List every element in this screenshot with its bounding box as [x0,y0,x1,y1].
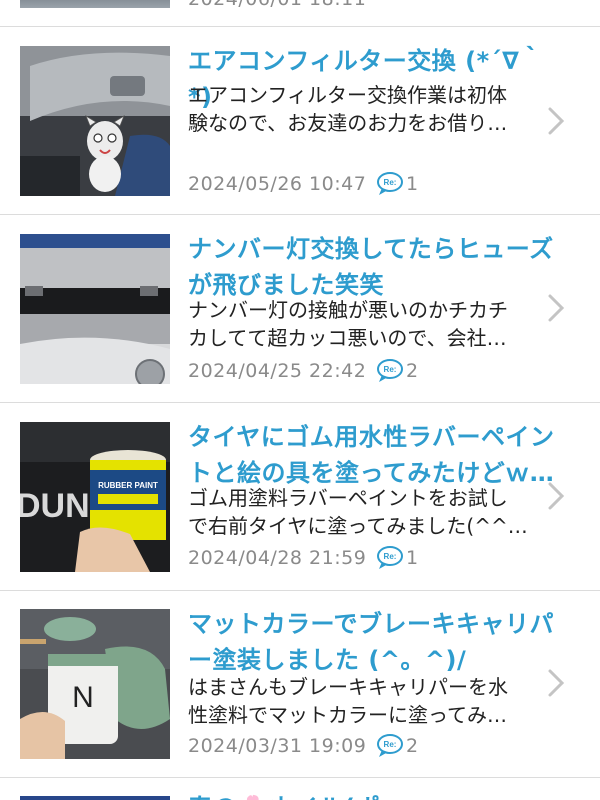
post-title[interactable]: マットカラーでブレーキキャリパ ー塗装しました (^。^)/ [188,606,568,678]
chevron-right-icon [548,107,565,135]
svg-text:Re:: Re: [384,365,397,374]
chevron-right-icon [548,294,565,322]
post-thumbnail [20,0,170,8]
post-thumbnail: N [20,609,170,759]
comment-count: Re: 1 [376,545,418,571]
tire-lettering: DUN [20,487,90,525]
list-item-partial-top[interactable]: 2024/06/01 18:11 [0,0,600,27]
svg-text:Re:: Re: [384,178,397,187]
post-thumbnail [20,234,170,384]
post-title[interactable]: ナンバー灯交換してたらヒューズ が飛びました笑笑 [188,231,568,303]
reply-bubble-icon: Re: [377,359,403,382]
post-excerpt: はまさんもブレーキキャリパーを水 性塗料でマットカラーに塗ってみ… [188,675,508,727]
paint-can-label: RUBBER PAINT [98,481,158,490]
comment-count-value: 1 [406,173,419,195]
post-excerpt: ナンバー灯の接触が悪いのかチカチ カしてて超カッコ悪いので、会社… [188,298,508,350]
comment-count-value: 1 [406,547,419,569]
list-item-partial-bottom[interactable]: 春の🌸ネイル(ポ [0,777,600,800]
list-item[interactable]: N マットカラーでブレーキキャリパ ー塗装しました (^。^)/ はまさんもブレ… [0,590,600,778]
reply-bubble-icon: Re: [377,172,403,195]
comment-count-value: 2 [406,360,419,382]
chevron-right-icon [548,669,565,697]
post-excerpt: ゴム用塗料ラバーペイントをお試し で右前タイヤに塗ってみました(^^… [188,486,528,538]
post-date: 2024/04/25 22:42 [188,360,367,382]
chevron-right-icon [548,482,565,510]
post-title[interactable]: 春の🌸ネイル(ポ [188,788,381,800]
post-date: 2024/03/31 19:09 [188,735,367,757]
reply-bubble-icon: Re: [377,546,403,569]
post-thumbnail: DUN RUBBER PAINT [20,422,170,572]
list-item[interactable]: ナンバー灯交換してたらヒューズ が飛びました笑笑 ナンバー灯の接触が悪いのかチカ… [0,215,600,403]
svg-text:Re:: Re: [384,740,397,749]
reply-bubble-icon: Re: [377,734,403,757]
comment-count: Re: 2 [376,733,418,759]
comment-count-value: 2 [406,735,419,757]
n-color-label: N [72,681,94,714]
comment-count: Re: 1 [376,171,418,197]
post-thumbnail [20,46,170,196]
post-excerpt: エアコンフィルター交換作業は初体 験なので、お友達のお力をお借り… [188,83,508,135]
svg-text:Re:: Re: [384,552,397,561]
list-item[interactable]: DUN RUBBER PAINT タイヤにゴム用水性ラバーペイン トと絵の具を塗… [0,403,600,591]
post-date: 2024/05/26 10:47 [188,173,367,195]
post-date: 2024/04/28 21:59 [188,547,367,569]
post-thumbnail [20,796,170,800]
list-item[interactable]: エアコンフィルター交換 (*´∇｀*) エアコンフィルター交換作業は初体 験なの… [0,27,600,215]
post-title[interactable]: タイヤにゴム用水性ラバーペイン トと絵の具を塗ってみたけどｗ… [188,419,568,491]
comment-count: Re: 2 [376,358,418,384]
post-date: 2024/06/01 18:11 [188,0,366,10]
blog-post-list: 2024/06/01 18:11 エアコンフィルター交換 (*´∇｀*) エアコ… [0,0,600,800]
